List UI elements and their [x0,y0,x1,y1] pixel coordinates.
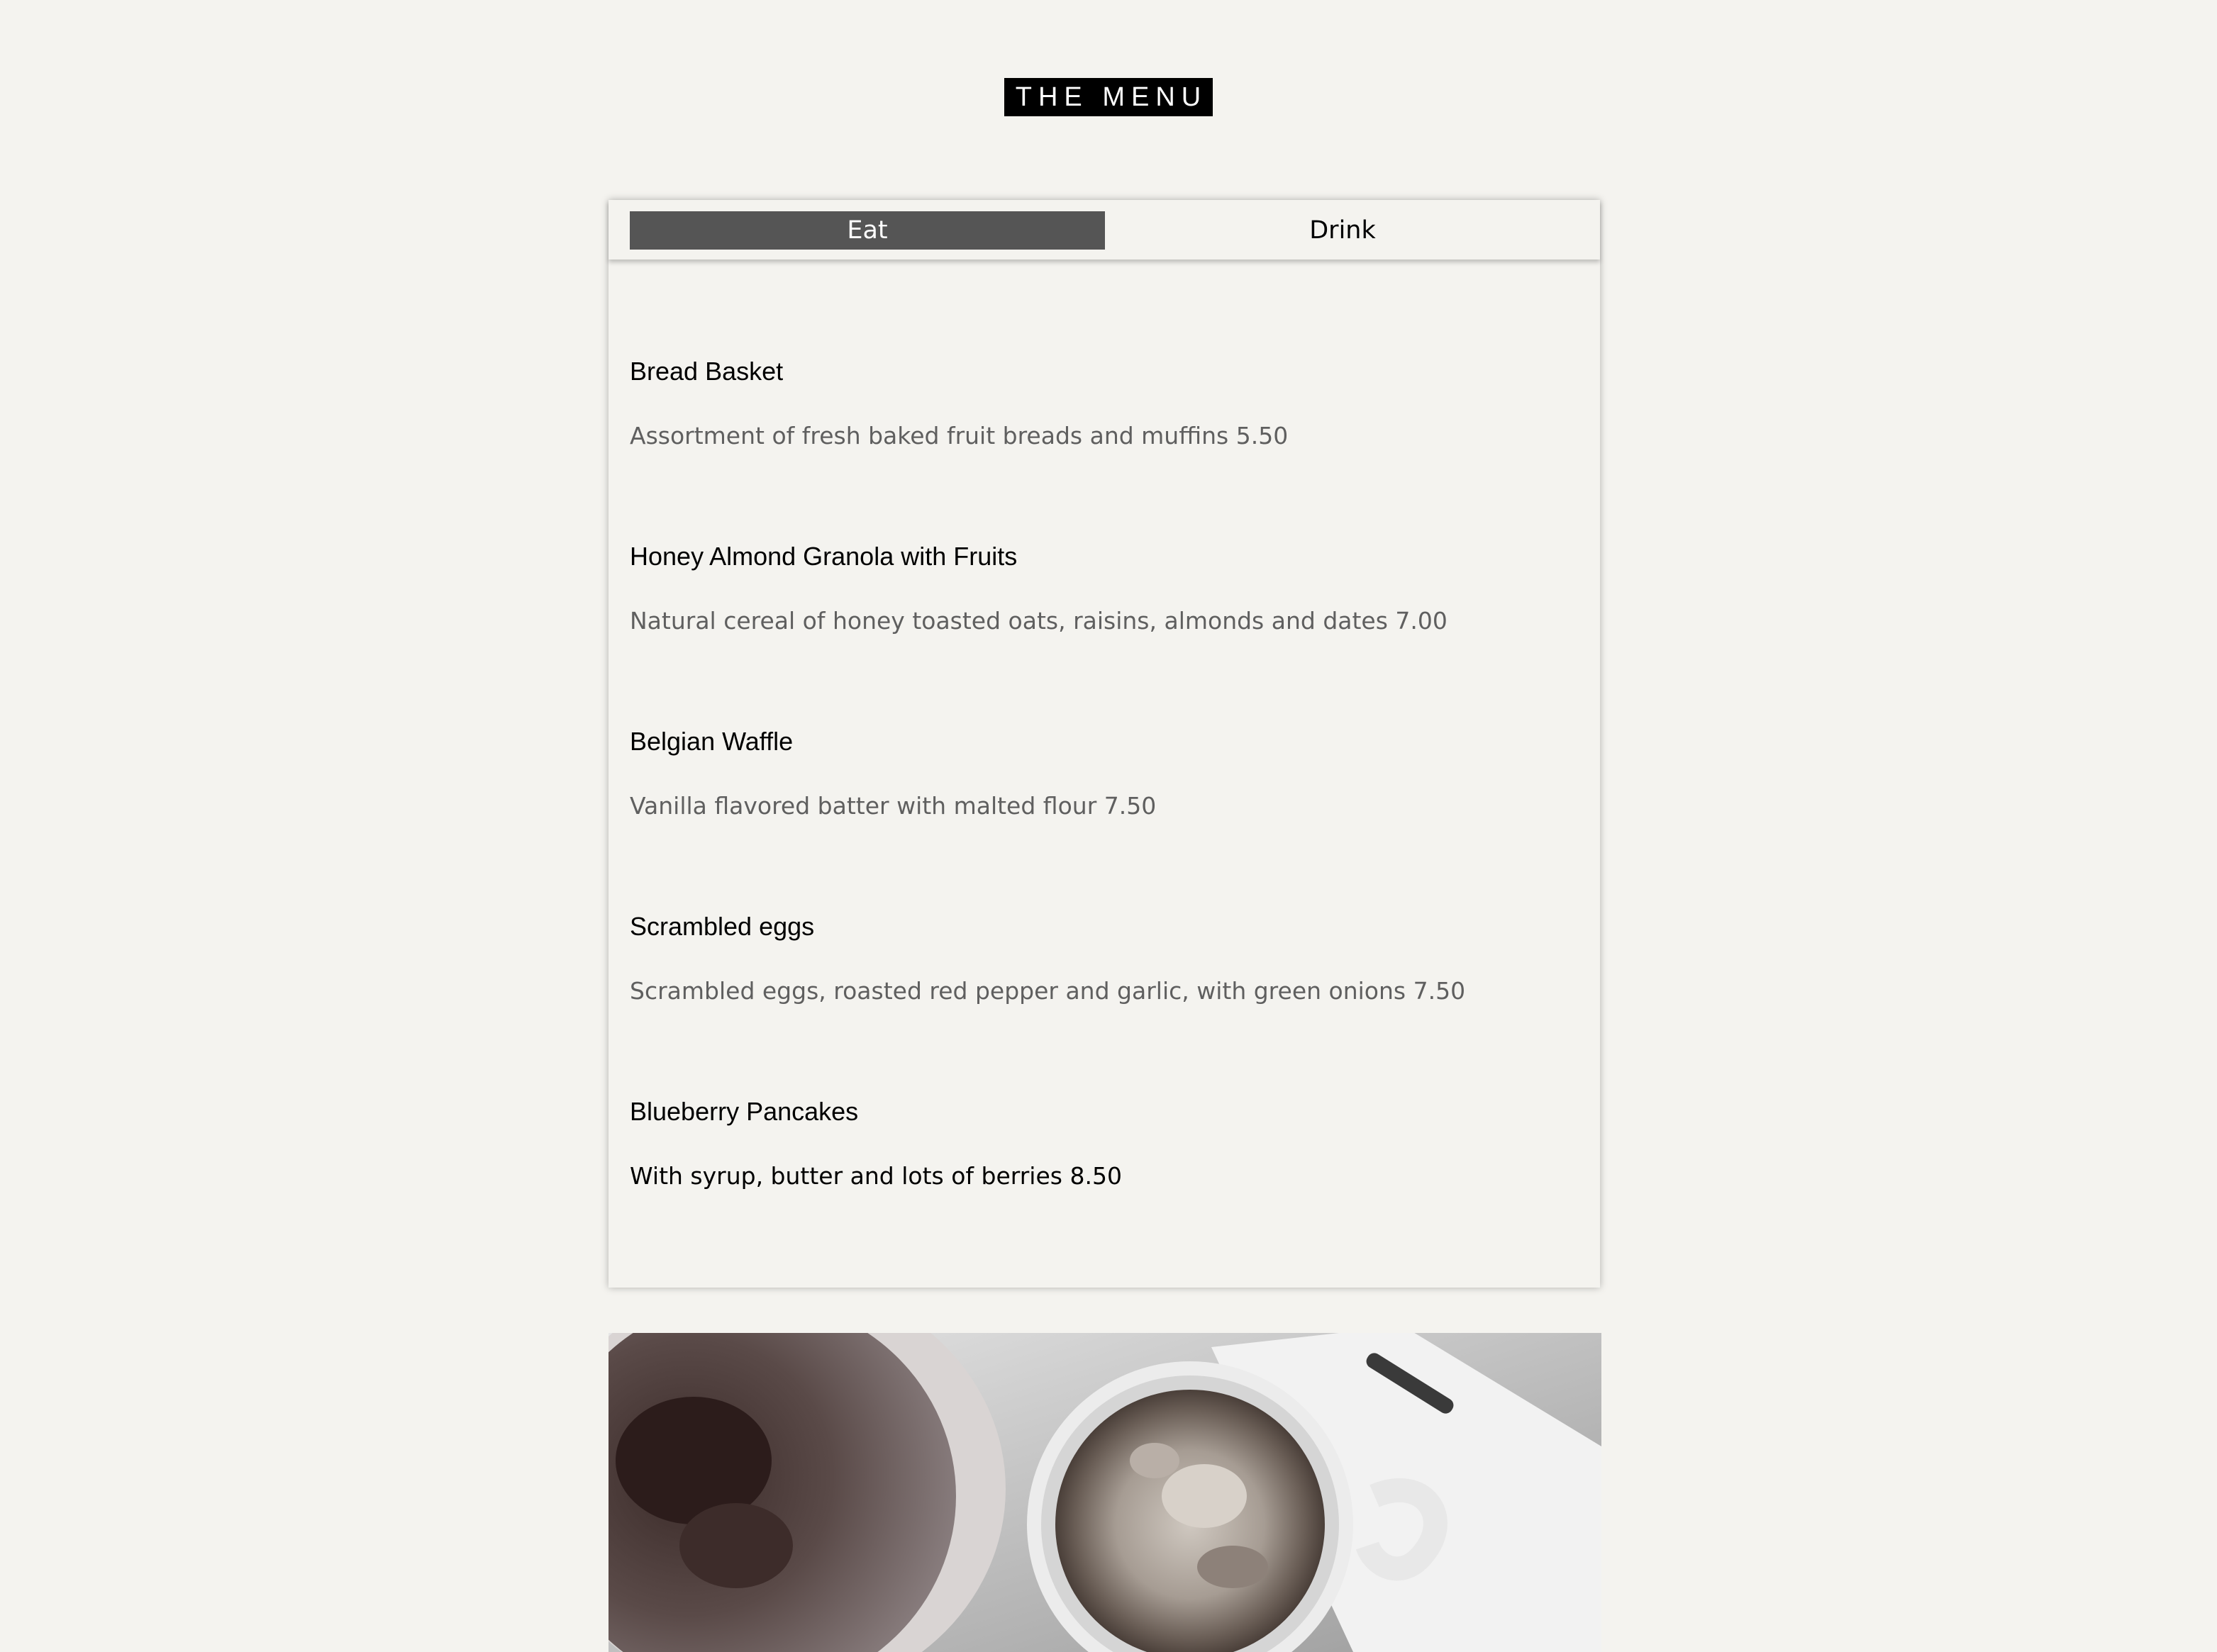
menu-card: Eat Drink Bread Basket Assortment of fre… [609,200,1600,1288]
tab-bar: Eat Drink [609,200,1600,259]
tab-drink[interactable]: Drink [1105,211,1580,250]
menu-item-description: With syrup, butter and lots of berries 8… [630,1162,1122,1190]
coffee-photo-illustration [609,1333,1601,1652]
menu-item: Belgian Waffle Vanilla flavored batter w… [630,630,1580,820]
menu-item: Blueberry Pancakes With syrup, butter an… [630,1000,1580,1190]
menu-item-name: Scrambled eggs [630,912,815,941]
menu-item-name: Blueberry Pancakes [630,1097,859,1126]
coffee-photo [609,1333,1601,1652]
menu-item-name: Honey Almond Granola with Fruits [630,542,1018,571]
page-title: THE MENU [1004,78,1213,116]
menu-item: Bread Basket Assortment of fresh baked f… [630,259,1580,450]
menu-item-name: Belgian Waffle [630,727,794,756]
page-header: THE MENU [0,78,2217,116]
menu-item-list: Bread Basket Assortment of fresh baked f… [630,259,1580,1190]
tab-eat[interactable]: Eat [630,211,1105,250]
menu-item-name: Bread Basket [630,357,784,386]
menu-item: Honey Almond Granola with Fruits Natural… [630,445,1580,635]
menu-item: Scrambled eggs Scrambled eggs, roasted r… [630,815,1580,1005]
